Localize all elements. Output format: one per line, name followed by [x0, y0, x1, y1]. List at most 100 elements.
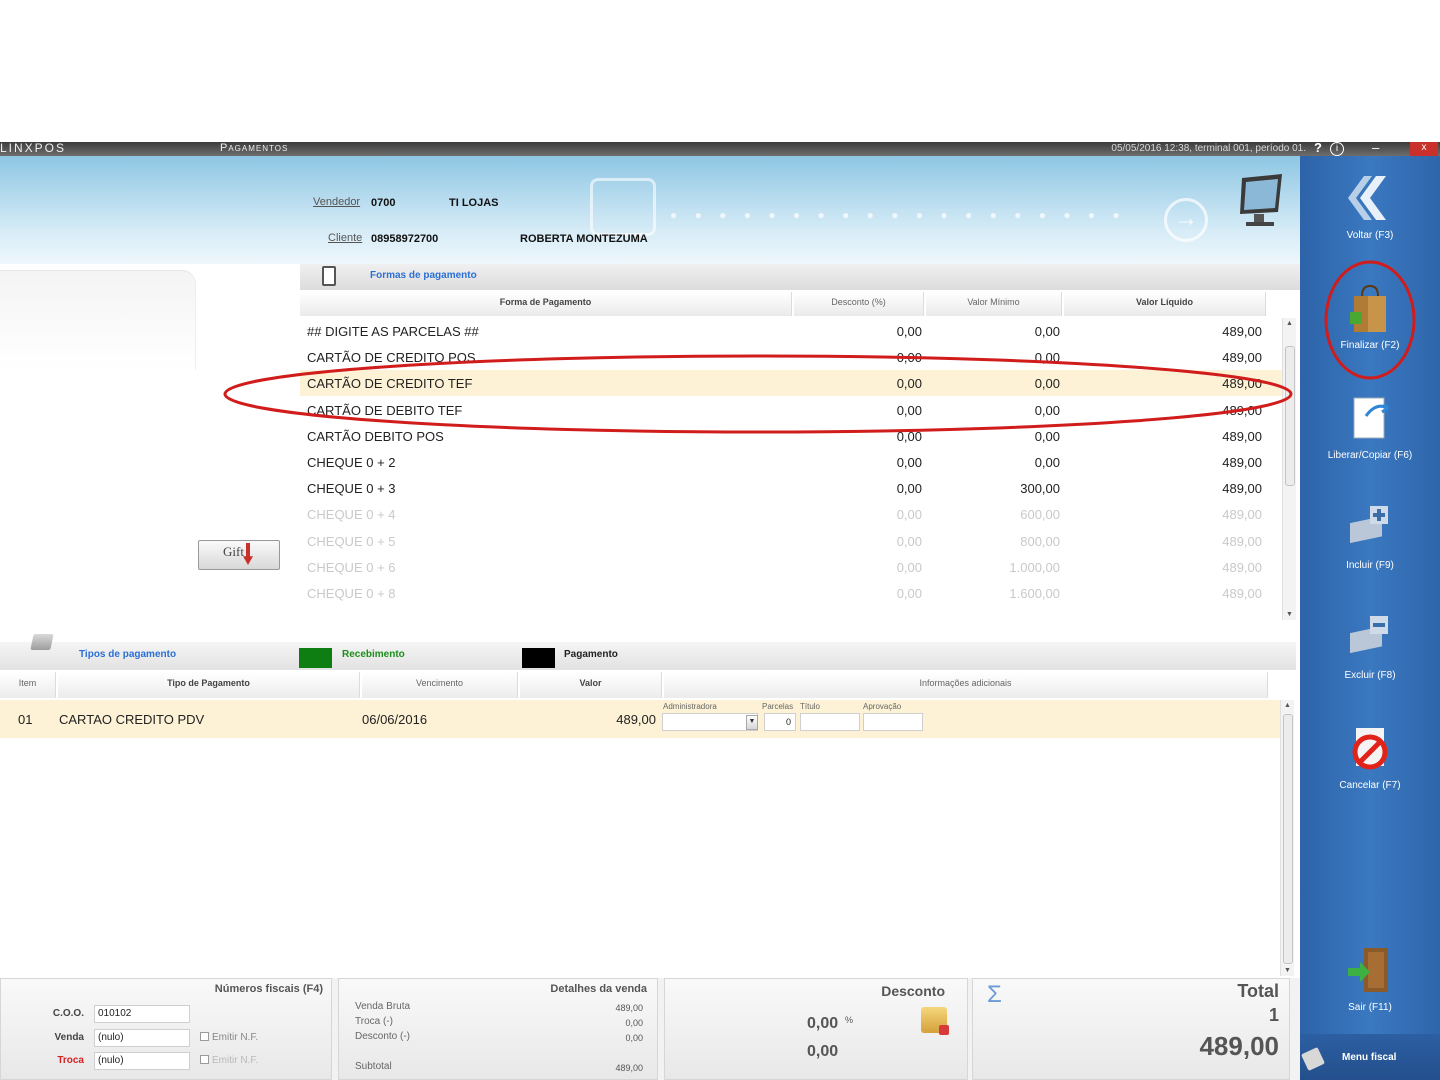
- chevron-down-icon[interactable]: ▼: [746, 715, 758, 730]
- col-vencimento[interactable]: Vencimento: [362, 672, 518, 698]
- forma-minimo: 600,00: [1020, 507, 1060, 523]
- tipo-name: CARTAO CREDITO PDV: [59, 712, 205, 727]
- legend-pagamento-swatch: [522, 648, 555, 668]
- formas-list[interactable]: ## DIGITE AS PARCELAS ## 0,00 0,00 489,00 CA…: [300, 318, 1282, 620]
- aprovacao-label: Aprovação: [863, 702, 902, 711]
- formas-section-header: Formas de pagamento: [300, 264, 1300, 290]
- col-tipo[interactable]: Tipo de Pagamento: [58, 672, 360, 698]
- scroll-thumb[interactable]: [1285, 346, 1295, 486]
- info-icon[interactable]: i: [1330, 142, 1344, 156]
- voltar-button[interactable]: Voltar (F3): [1300, 164, 1440, 264]
- scroll-up-icon[interactable]: ▲: [1284, 702, 1291, 709]
- sair-button[interactable]: Sair (F11): [1300, 936, 1440, 1036]
- gift-button[interactable]: Gift: [198, 540, 280, 570]
- forma-liquido: 489,00: [1222, 324, 1262, 339]
- parcelas-label: Parcelas: [762, 702, 794, 711]
- forma-minimo: 0,00: [1034, 376, 1060, 392]
- incluir-label: Incluir (F9): [1346, 560, 1394, 571]
- pos-window: LINXPOS Pagamentos 05/05/2016 12:38, ter…: [0, 142, 1440, 1080]
- forma-minimo: 0,00: [1034, 350, 1060, 366]
- add-card-icon: [1350, 506, 1388, 544]
- tipo-row[interactable]: 01 CARTAO CREDITO PDV 06/06/2016 489,00 …: [0, 700, 1280, 738]
- desconto-percent[interactable]: 0,00: [807, 1015, 838, 1033]
- emitir-nf-troca-checkbox[interactable]: Emitir N.F.: [200, 1055, 258, 1066]
- forma-minimo: 1.600,00: [1009, 586, 1060, 601]
- venda-bruta-value: 489,00: [615, 1003, 643, 1013]
- forma-desconto: 0,00: [896, 376, 922, 392]
- troca-value: 0,00: [625, 1018, 643, 1028]
- tipo-valor: 489,00: [616, 712, 656, 727]
- col-forma[interactable]: Forma de Pagamento: [300, 292, 792, 316]
- desconto-value: 0,00: [625, 1033, 643, 1043]
- total-value: 489,00: [1199, 1031, 1279, 1061]
- forma-liquido: 489,00: [1222, 586, 1262, 601]
- forma-name: CHEQUE 0 + 8: [307, 586, 396, 601]
- tipos-scrollbar[interactable]: ▲ ▼: [1280, 700, 1294, 976]
- venda-input[interactable]: (nulo): [94, 1029, 190, 1047]
- scroll-up-icon[interactable]: ▲: [1286, 320, 1293, 327]
- scroll-down-icon[interactable]: ▼: [1284, 967, 1291, 974]
- emitir-nf-venda-checkbox[interactable]: Emitir N.F.: [200, 1032, 258, 1043]
- formas-grid-header: Forma de Pagamento Desconto (%) Valor Mí…: [300, 292, 1266, 316]
- aprovacao-input[interactable]: [863, 713, 923, 731]
- scroll-down-icon[interactable]: ▼: [1286, 611, 1293, 618]
- col-desconto[interactable]: Desconto (%): [794, 292, 924, 316]
- gift-label: Gift: [223, 544, 244, 559]
- total-count: 1: [1268, 1005, 1279, 1025]
- liberar-button[interactable]: Liberar/Copiar (F6): [1300, 384, 1440, 484]
- scroll-thumb[interactable]: [1283, 714, 1293, 964]
- col-item[interactable]: Item: [0, 672, 56, 698]
- help-icon[interactable]: ?: [1314, 142, 1322, 155]
- coo-input[interactable]: 010102: [94, 1005, 190, 1023]
- titulo-input[interactable]: [800, 713, 860, 731]
- forma-row[interactable]: ## DIGITE AS PARCELAS ## 0,00 0,00 489,00: [300, 318, 1282, 344]
- forma-row[interactable]: CARTÃO DE CREDITO POS 0,00 0,00 489,00: [300, 344, 1282, 370]
- subtotal-value: 489,00: [615, 1063, 643, 1073]
- forma-name: CARTÃO DE CREDITO TEF: [307, 376, 473, 392]
- total-panel: Σ Total 1 489,00: [972, 978, 1290, 1080]
- cancel-icon: [1352, 728, 1388, 770]
- forma-liquido: 489,00: [1222, 350, 1262, 366]
- col-info[interactable]: Informações adicionais: [664, 672, 1268, 698]
- forma-row[interactable]: CHEQUE 0 + 3 0,00 300,00 489,00: [300, 475, 1282, 501]
- coo-label: C.O.O.: [52, 1008, 84, 1019]
- forma-row[interactable]: CHEQUE 0 + 2 0,00 0,00 489,00: [300, 449, 1282, 475]
- voltar-label: Voltar (F3): [1346, 230, 1394, 241]
- excluir-button[interactable]: Excluir (F8): [1300, 604, 1440, 704]
- forma-liquido: 489,00: [1222, 507, 1262, 523]
- forma-minimo: 0,00: [1034, 324, 1060, 339]
- forma-row[interactable]: CARTÃO DEBITO POS 0,00 0,00 489,00: [300, 423, 1282, 449]
- forma-name: ## DIGITE AS PARCELAS ##: [307, 324, 479, 339]
- forma-desconto: 0,00: [896, 350, 922, 366]
- finalizar-label: Finalizar (F2): [1340, 340, 1400, 351]
- administradora-select[interactable]: [662, 713, 758, 731]
- parcelas-input[interactable]: 0: [764, 713, 796, 731]
- vendedor-row: Vendedor: [313, 196, 360, 208]
- forma-row[interactable]: CARTÃO DE DEBITO TEF 0,00 0,00 489,00: [300, 397, 1282, 423]
- incluir-button[interactable]: Incluir (F9): [1300, 494, 1440, 594]
- discount-icon[interactable]: [921, 1007, 949, 1035]
- venda-label: Venda: [54, 1032, 84, 1043]
- col-liquido[interactable]: Valor Líquido: [1064, 292, 1266, 316]
- sigma-icon: Σ: [987, 981, 1002, 1008]
- forma-row[interactable]: CHEQUE 0 + 6 0,00 1.000,00 489,00: [300, 554, 1282, 580]
- troca-input[interactable]: (nulo): [94, 1052, 190, 1070]
- forma-row[interactable]: CHEQUE 0 + 4 0,00 600,00 489,00: [300, 501, 1282, 527]
- forma-desconto: 0,00: [896, 481, 922, 497]
- col-valor[interactable]: Valor: [520, 672, 662, 698]
- cancelar-button[interactable]: Cancelar (F7): [1300, 714, 1440, 814]
- forma-row[interactable]: CHEQUE 0 + 5 0,00 800,00 489,00: [300, 528, 1282, 554]
- formas-scrollbar[interactable]: ▲ ▼: [1282, 318, 1296, 620]
- forma-row[interactable]: CHEQUE 0 + 8 0,00 1.600,00 489,00: [300, 580, 1282, 606]
- finalizar-button[interactable]: Finalizar (F2): [1300, 274, 1440, 374]
- desconto-value-big[interactable]: 0,00: [807, 1043, 838, 1061]
- minimize-button[interactable]: –: [1372, 142, 1379, 155]
- vendedor-code: 0700: [371, 197, 396, 209]
- close-button[interactable]: x: [1410, 142, 1438, 156]
- forma-row[interactable]: CARTÃO DE CREDITO TEF 0,00 0,00 489,00: [300, 370, 1282, 397]
- forma-liquido: 489,00: [1222, 455, 1262, 470]
- col-minimo[interactable]: Valor Mínimo: [926, 292, 1062, 316]
- forma-liquido: 489,00: [1222, 559, 1262, 575]
- menu-fiscal-button[interactable]: Menu fiscal: [1300, 1034, 1440, 1080]
- forma-minimo: 0,00: [1034, 402, 1060, 418]
